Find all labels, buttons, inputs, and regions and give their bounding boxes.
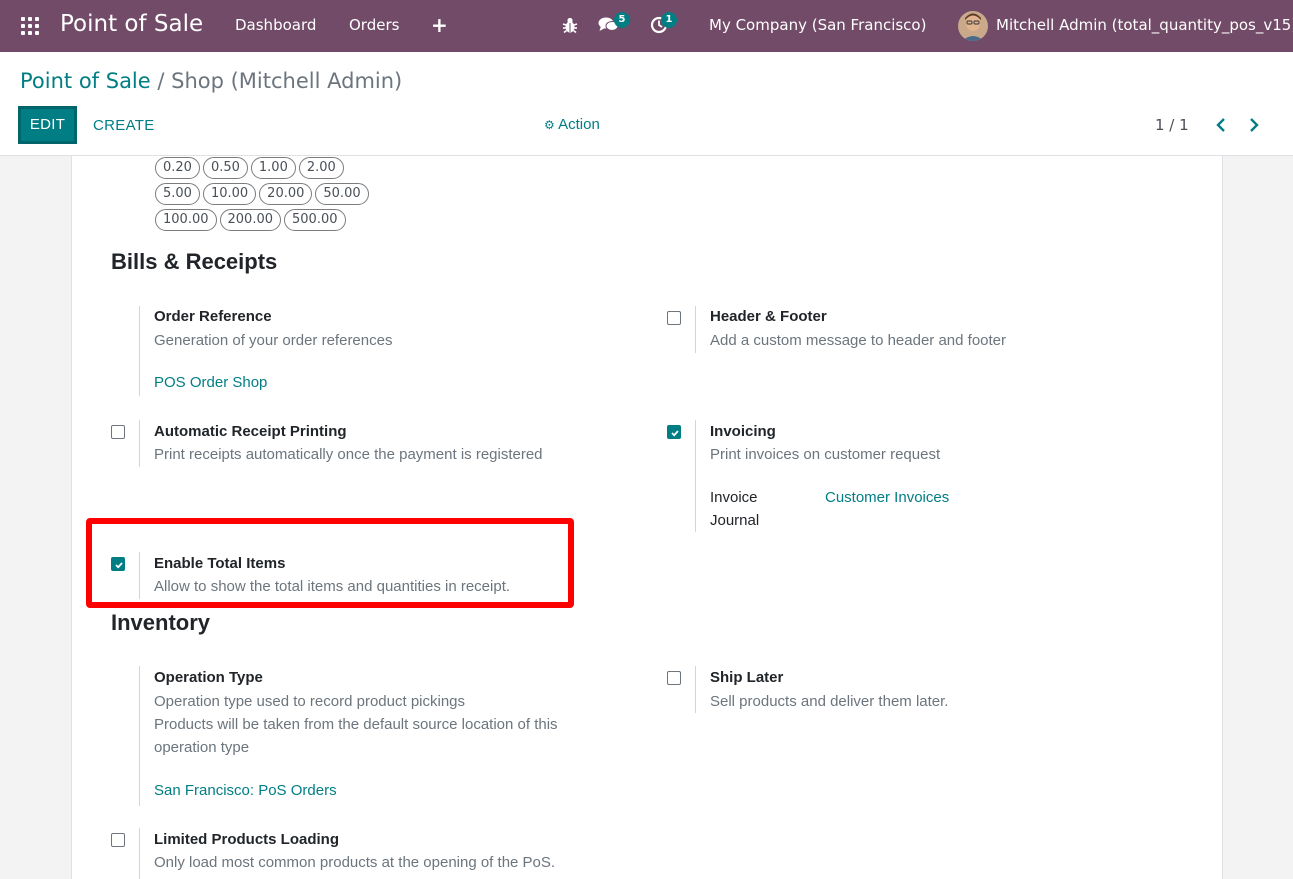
order-reference-desc: Generation of your order references [154,332,393,349]
operation-type-link[interactable]: San Francisco: PoS Orders [154,782,337,799]
section-title-inventory: Inventory [111,610,211,635]
check-icon [671,430,679,437]
setting-divider [695,306,696,353]
coin-tag[interactable]: 20.00 [259,183,313,205]
coin-tag[interactable]: 1.00 [250,157,296,179]
enable-total-items-desc: Allow to show the total items and quanti… [154,578,511,595]
operation-type-title: Operation Type [154,669,263,686]
breadcrumb-parent-link[interactable]: Point of Sale [20,69,151,93]
limited-products-loading-checkbox[interactable] [111,833,125,847]
coin-tag[interactable]: 2.00 [298,157,344,179]
pager-previous-chevron-left-icon[interactable] [1215,116,1227,138]
company-switcher[interactable]: My Company (San Francisco) [709,16,926,34]
order-reference-title: Order Reference [154,308,272,325]
coin-tag[interactable]: 5.00 [155,183,200,205]
setting-divider [139,552,140,599]
setting-divider [139,828,140,879]
invoicing-desc: Print invoices on customer request [710,446,941,463]
auto-receipt-printing-desc: Print receipts automatically once the pa… [154,446,543,463]
operation-type-desc-line1: Operation type used to record product pi… [154,693,466,710]
limited-products-loading-title: Limited Products Loading [154,831,340,848]
setting-divider [695,420,696,532]
invoicing-checkbox[interactable] [667,425,681,439]
setting-divider [139,666,140,806]
invoice-journal-label-line2: Journal [710,512,760,529]
gear-icon: ⚙ [544,118,555,132]
breadcrumb: Point of Sale / Shop (Mitchell Admin) [20,69,402,93]
messages-count-badge: 5 [614,12,630,28]
invoice-journal-link[interactable]: Customer Invoices [825,489,949,506]
coin-values-row-3: 100.00 200.00 500.00 [155,209,346,231]
coin-tag[interactable]: 10.00 [202,183,257,205]
menu-orders[interactable]: Orders [349,16,399,34]
operation-type-desc-line3: operation type [154,739,250,756]
header-footer-checkbox[interactable] [667,311,681,325]
auto-receipt-printing-checkbox[interactable] [111,425,125,439]
user-avatar[interactable] [958,11,988,41]
coin-tag[interactable]: 0.20 [155,157,200,179]
debug-bug-icon[interactable] [562,16,578,38]
breadcrumb-current: Shop (Mitchell Admin) [171,69,403,93]
invoicing-title: Invoicing [710,423,776,440]
breadcrumb-separator: / [150,69,172,93]
order-reference-sequence-link[interactable]: POS Order Shop [154,374,267,391]
menu-dashboard[interactable]: Dashboard [235,16,316,34]
apps-menu-icon[interactable] [21,17,39,35]
quick-create-plus-icon[interactable]: + [431,13,448,37]
user-menu[interactable]: Mitchell Admin (total_quantity_pos_v15) [996,16,1293,34]
coin-tag[interactable]: 100.00 [155,209,217,231]
form-sheet: 0.20 0.50 1.00 2.00 5.00 10.00 20.00 50.… [71,156,1223,879]
coin-tag[interactable]: 200.00 [219,209,281,231]
limited-products-loading-desc: Only load most common products at the op… [154,854,556,871]
enable-total-items-checkbox[interactable] [111,557,125,571]
coin-tag[interactable]: 0.50 [202,157,248,179]
invoice-journal-label-line1: Invoice [710,489,758,506]
setting-divider [695,666,696,713]
setting-divider [139,306,140,396]
control-panel: Point of Sale / Shop (Mitchell Admin) ED… [0,52,1293,156]
ship-later-desc: Sell products and deliver them later. [710,693,949,710]
app-brand[interactable]: Point of Sale [60,11,203,37]
action-menu-button[interactable]: ⚙ Action [544,116,600,133]
coin-values-row-1: 0.20 0.50 1.00 2.00 [155,157,344,179]
coin-tag[interactable]: 50.00 [315,183,369,205]
auto-receipt-printing-title: Automatic Receipt Printing [154,423,347,440]
header-footer-desc: Add a custom message to header and foote… [710,332,1007,349]
top-navbar: Point of Sale Dashboard Orders + 5 1 My … [0,0,1293,52]
edit-button[interactable]: EDIT [18,106,77,144]
pager-value[interactable]: 1 / 1 [1155,116,1189,134]
setting-divider [139,420,140,467]
activities-count-badge: 1 [661,12,677,28]
ship-later-title: Ship Later [710,669,784,686]
check-icon [115,562,123,569]
section-title-bills-receipts: Bills & Receipts [111,249,278,274]
header-footer-title: Header & Footer [710,308,827,325]
action-label: Action [558,116,600,133]
pager-next-chevron-right-icon[interactable] [1248,116,1260,138]
ship-later-checkbox[interactable] [667,671,681,685]
operation-type-desc-line2: Products will be taken from the default … [154,716,558,733]
coin-tag[interactable]: 500.00 [284,209,346,231]
enable-total-items-title: Enable Total Items [154,555,286,572]
coin-values-row-2: 5.00 10.00 20.00 50.00 [155,183,369,205]
create-button[interactable]: CREATE [93,117,155,134]
